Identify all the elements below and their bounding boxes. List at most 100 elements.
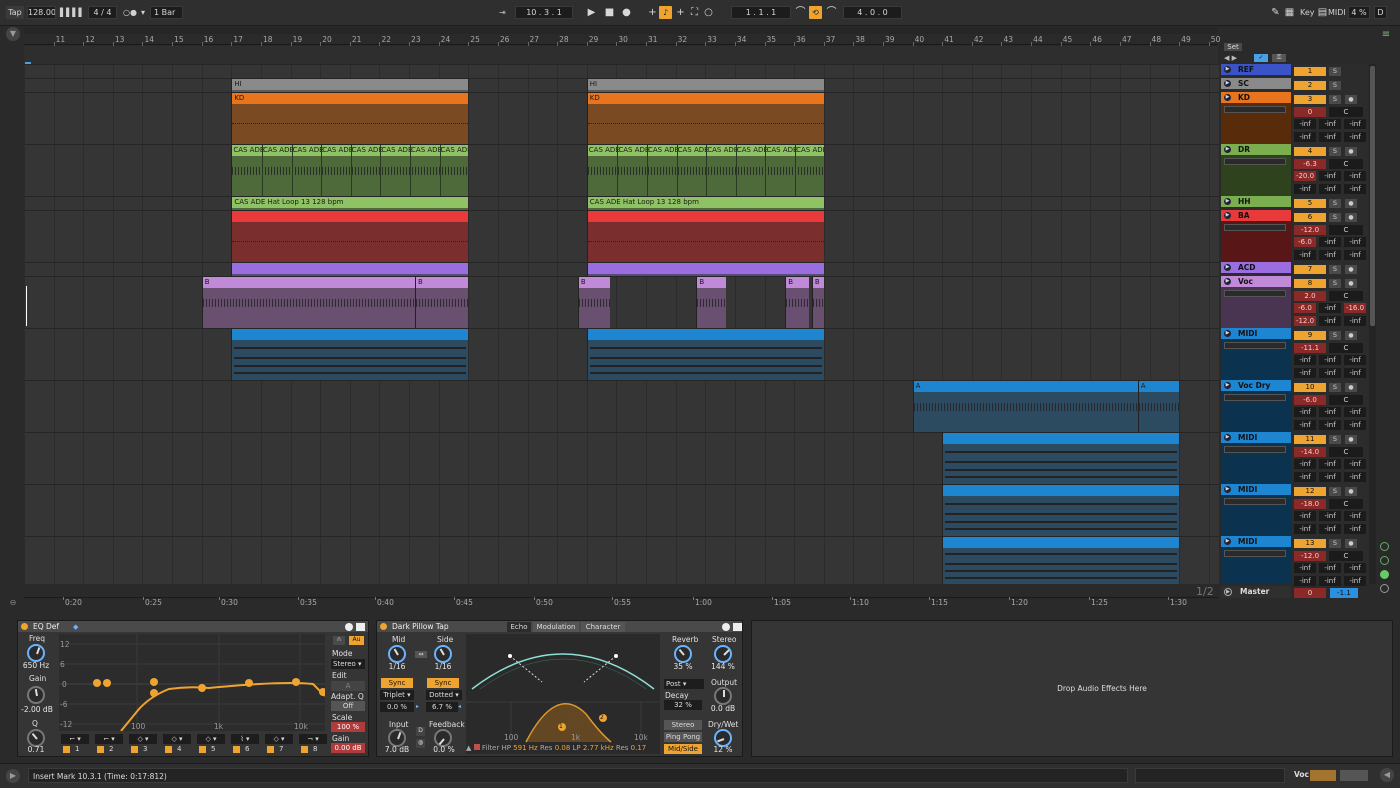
arrangement-clip[interactable]: CAS ADE Hat Loop 13 128 bpm <box>586 197 824 210</box>
eq-title[interactable]: EQ Def <box>18 621 368 632</box>
eq-gain-knob[interactable] <box>27 686 45 704</box>
send-value[interactable]: -inf <box>1294 524 1316 534</box>
arrangement-clip[interactable] <box>231 329 469 380</box>
nav-arrows-icon[interactable]: ◀ ▶ <box>1224 54 1237 62</box>
track-header[interactable]: ▶ Voc Dry <box>1221 380 1291 432</box>
arrangement-clip[interactable]: B <box>696 277 726 328</box>
echo-stereo-value[interactable]: 144 % <box>708 662 738 671</box>
overdub-icon[interactable]: + <box>646 6 659 19</box>
lock-icon[interactable]: ⚿ <box>1272 54 1286 62</box>
solo-button[interactable]: S <box>1329 81 1341 90</box>
echo-mid-knob[interactable] <box>388 645 406 663</box>
eq-band-filter-select[interactable]: ⌇ ▾ <box>231 734 259 744</box>
metronome-icon[interactable]: ○● <box>123 6 137 19</box>
overview-toggle-icon[interactable]: ▼ <box>6 27 20 41</box>
track-title-bar[interactable]: ▶ SC <box>1221 78 1291 89</box>
track-header[interactable]: ▶ MIDI <box>1221 328 1291 380</box>
track-header[interactable]: ▶ SC <box>1221 78 1291 92</box>
detail-view-toggle-icon[interactable]: ◀ <box>1380 768 1394 782</box>
vertical-scrollbar[interactable] <box>1369 64 1376 584</box>
fold-icon[interactable]: ▶ <box>1224 212 1231 219</box>
track-volume[interactable]: -14.0 <box>1294 447 1326 457</box>
send-value[interactable]: -inf <box>1319 119 1341 129</box>
solo-button[interactable]: S <box>1329 147 1341 156</box>
track-title-bar[interactable]: ▶ MIDI <box>1221 328 1291 339</box>
master-track-header[interactable]: ▶ Master <box>1221 586 1291 598</box>
chevron-down-icon[interactable]: ▾ <box>141 6 145 19</box>
send-value[interactable]: -inf <box>1319 524 1341 534</box>
track-pan[interactable]: C <box>1329 107 1363 117</box>
arrangement-clip[interactable]: B <box>577 277 611 328</box>
send-value[interactable]: -inf <box>1319 472 1341 482</box>
send-value[interactable]: -inf <box>1319 303 1341 313</box>
eq-band-filter-select[interactable]: ◇ ▾ <box>163 734 191 744</box>
echo-settings-icon[interactable] <box>722 623 730 631</box>
clip-header[interactable]: B <box>812 277 824 288</box>
clip-header[interactable] <box>943 485 1180 496</box>
arm-icon[interactable]: ● <box>1345 199 1357 208</box>
tab-echo[interactable]: Echo <box>507 622 531 632</box>
arrangement-clip[interactable]: CAS ADE Hat Loop 13 128 bpm <box>231 197 469 210</box>
eq-band-toggle[interactable] <box>97 746 104 753</box>
track-volume[interactable]: -12.0 <box>1294 551 1326 561</box>
send-value[interactable]: -inf <box>1319 355 1341 365</box>
clip-view-icon[interactable] <box>1380 542 1389 551</box>
send-value[interactable]: -inf <box>1319 511 1341 521</box>
metronome-bars-icon[interactable]: ▌▌▌▌ <box>60 6 85 19</box>
quantization-select[interactable]: 1 Bar <box>150 6 183 19</box>
track-activator[interactable]: 4 <box>1294 147 1326 156</box>
echo-side-value[interactable]: 1/16 <box>431 662 455 671</box>
send-value[interactable]: -inf <box>1344 524 1366 534</box>
arrangement-clip[interactable] <box>586 263 824 276</box>
echo-res2-value[interactable]: 0.17 <box>631 744 647 752</box>
arrangement-clip[interactable] <box>942 537 1180 584</box>
eq-scale-value[interactable]: 100 % <box>331 722 365 732</box>
echo-side-mode-select[interactable]: Dotted ▾ <box>426 690 462 700</box>
echo-side-sync[interactable]: Sync <box>427 678 459 688</box>
track-activator[interactable]: 11 <box>1294 435 1326 444</box>
fold-icon[interactable]: ▶ <box>1224 538 1231 545</box>
mixer-toggle-icon[interactable] <box>1380 584 1389 593</box>
solo-button[interactable]: S <box>1329 539 1341 548</box>
send-value[interactable]: -inf <box>1319 576 1341 586</box>
echo-reverb-value[interactable]: 35 % <box>669 662 697 671</box>
loop-length-field[interactable]: 4 . 0 . 0 <box>843 6 902 19</box>
track-header[interactable]: ▶ ACD <box>1221 262 1291 276</box>
key-map-button[interactable]: Key <box>1300 6 1315 19</box>
io-toggle-icon[interactable] <box>1380 556 1389 565</box>
solo-button[interactable]: S <box>1329 95 1341 104</box>
echo-mid-value[interactable]: 1/16 <box>385 662 409 671</box>
send-value[interactable]: -inf <box>1344 171 1366 181</box>
send-value[interactable]: -6.0 <box>1294 303 1316 313</box>
track-header[interactable]: ▶ MIDI <box>1221 484 1291 536</box>
arrangement-clip[interactable] <box>942 485 1180 536</box>
send-value[interactable]: -inf <box>1294 576 1316 586</box>
eq-q-value[interactable]: 0.71 <box>23 745 49 754</box>
arrangement-clip[interactable]: HI <box>586 79 824 92</box>
track-pan[interactable]: C <box>1329 551 1363 561</box>
arrangement-clip[interactable]: KD <box>231 93 469 144</box>
record-button[interactable]: ● <box>620 6 633 19</box>
echo-mid-offset[interactable]: 0.0 % <box>380 702 414 712</box>
bar-ruler[interactable]: 11 12 13 14 15 16 17 18 19 20 21 22 23 24 25 26 27 28 29 30… <box>24 34 1220 46</box>
track-title-bar[interactable]: ▶ MIDI <box>1221 432 1291 443</box>
send-value[interactable]: -inf <box>1319 407 1341 417</box>
draw-mode-icon[interactable]: ✎ <box>1269 6 1282 19</box>
eq-adaptq-toggle[interactable]: Off <box>331 701 365 711</box>
fold-icon[interactable]: ▶ <box>1224 330 1231 337</box>
track-pan[interactable]: C <box>1329 225 1363 235</box>
send-value[interactable]: -20.0 <box>1294 171 1316 181</box>
send-value[interactable]: -inf <box>1344 184 1366 194</box>
solo-button[interactable]: S <box>1329 199 1341 208</box>
send-value[interactable]: -inf <box>1294 563 1316 573</box>
session-record-icon[interactable]: ○ <box>702 6 715 19</box>
echo-feedback-value[interactable]: 0.0 % <box>432 745 456 754</box>
track-title-bar[interactable]: ▶ REF <box>1221 64 1291 75</box>
send-value[interactable]: -inf <box>1344 407 1366 417</box>
arrangement-clip[interactable]: HI <box>231 79 469 92</box>
solo-button[interactable]: S <box>1329 279 1341 288</box>
track-volume[interactable]: -12.0 <box>1294 225 1326 235</box>
link-icon[interactable]: ⇔ <box>415 651 427 658</box>
eq-band-filter-select[interactable]: ⌐ ▾ <box>61 734 89 744</box>
fold-icon[interactable]: ▶ <box>1224 198 1231 205</box>
